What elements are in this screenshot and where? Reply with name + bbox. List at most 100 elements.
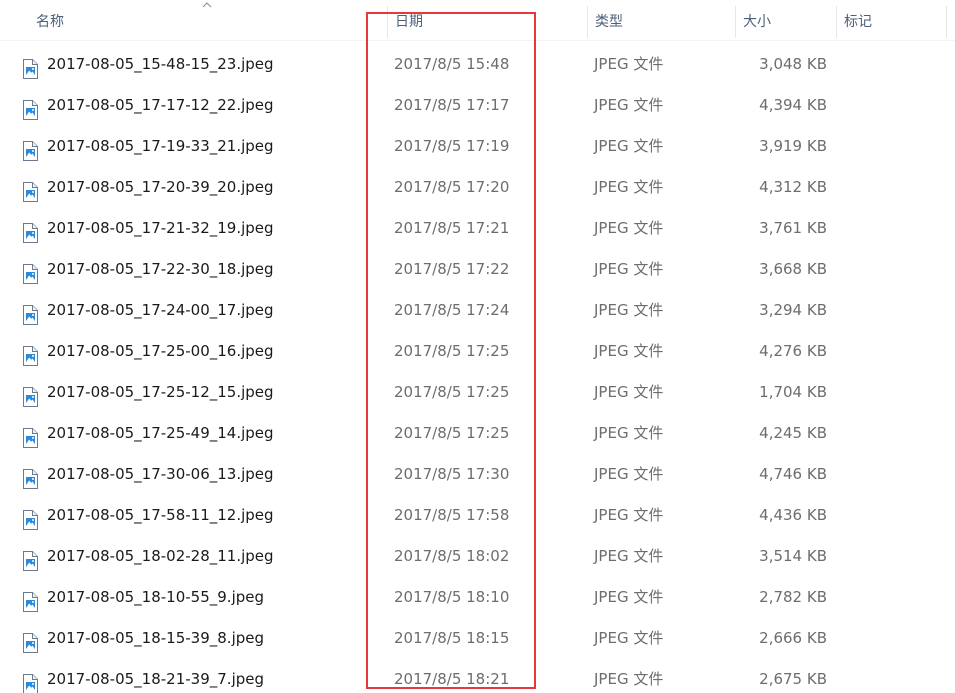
column-divider[interactable] — [946, 6, 947, 38]
file-size: 4,276 KB — [759, 342, 827, 360]
file-row[interactable]: 2017-08-05_17-25-00_16.jpeg 2017/8/5 17:2… — [0, 331, 955, 372]
file-size: 4,245 KB — [759, 424, 827, 442]
file-size: 4,394 KB — [759, 96, 827, 114]
file-name: 2017-08-05_18-10-55_9.jpeg — [47, 588, 265, 606]
file-name: 2017-08-05_17-19-33_21.jpeg — [47, 137, 274, 155]
file-size: 4,312 KB — [759, 178, 827, 196]
jpeg-file-icon — [22, 464, 38, 489]
column-header-type[interactable]: 类型 — [587, 0, 735, 40]
file-type: JPEG 文件 — [594, 178, 664, 196]
file-type: JPEG 文件 — [594, 137, 664, 155]
file-name: 2017-08-05_15-48-15_23.jpeg — [47, 55, 274, 73]
file-date: 2017/8/5 17:17 — [394, 96, 510, 114]
file-name: 2017-08-05_17-30-06_13.jpeg — [47, 465, 274, 483]
file-row[interactable]: 2017-08-05_18-10-55_9.jpeg 2017/8/5 18:10… — [0, 577, 955, 618]
jpeg-file-icon — [22, 669, 38, 693]
file-name: 2017-08-05_17-25-00_16.jpeg — [47, 342, 274, 360]
jpeg-file-icon — [22, 177, 38, 202]
file-type: JPEG 文件 — [594, 424, 664, 442]
file-name: 2017-08-05_18-21-39_7.jpeg — [47, 670, 265, 688]
file-name: 2017-08-05_17-17-12_22.jpeg — [47, 96, 274, 114]
file-date: 2017/8/5 18:15 — [394, 629, 510, 647]
jpeg-file-icon — [22, 218, 38, 243]
jpeg-file-icon — [22, 546, 38, 571]
file-row[interactable]: 2017-08-05_18-15-39_8.jpeg 2017/8/5 18:15… — [0, 618, 955, 659]
file-type: JPEG 文件 — [594, 96, 664, 114]
file-size: 4,746 KB — [759, 465, 827, 483]
file-date: 2017/8/5 17:21 — [394, 219, 510, 237]
chevron-up-icon — [202, 2, 212, 8]
file-explorer-details-view: 名称 日期 类型 大小 标记 2017-08-05_15-48-15_23.jp… — [0, 0, 955, 693]
file-type: JPEG 文件 — [594, 342, 664, 360]
file-name: 2017-08-05_17-24-00_17.jpeg — [47, 301, 274, 319]
file-date: 2017/8/5 17:58 — [394, 506, 510, 524]
file-date: 2017/8/5 17:30 — [394, 465, 510, 483]
file-size: 2,782 KB — [759, 588, 827, 606]
file-date: 2017/8/5 18:21 — [394, 670, 510, 688]
file-date: 2017/8/5 17:20 — [394, 178, 510, 196]
file-name: 2017-08-05_18-02-28_11.jpeg — [47, 547, 274, 565]
file-list: 2017-08-05_15-48-15_23.jpeg 2017/8/5 15:4… — [0, 44, 955, 693]
file-type: JPEG 文件 — [594, 55, 664, 73]
file-size: 4,436 KB — [759, 506, 827, 524]
file-row[interactable]: 2017-08-05_17-24-00_17.jpeg 2017/8/5 17:2… — [0, 290, 955, 331]
file-type: JPEG 文件 — [594, 588, 664, 606]
column-header-tags[interactable]: 标记 — [836, 0, 946, 40]
file-date: 2017/8/5 18:02 — [394, 547, 510, 565]
file-name: 2017-08-05_17-25-49_14.jpeg — [47, 424, 274, 442]
file-row[interactable]: 2017-08-05_17-25-12_15.jpeg 2017/8/5 17:2… — [0, 372, 955, 413]
column-header-size-label: 大小 — [743, 14, 771, 30]
jpeg-file-icon — [22, 341, 38, 366]
file-size: 1,704 KB — [759, 383, 827, 401]
file-type: JPEG 文件 — [594, 670, 664, 688]
jpeg-file-icon — [22, 136, 38, 161]
file-date: 2017/8/5 17:22 — [394, 260, 510, 278]
file-type: JPEG 文件 — [594, 629, 664, 647]
jpeg-file-icon — [22, 382, 38, 407]
file-row[interactable]: 2017-08-05_17-22-30_18.jpeg 2017/8/5 17:2… — [0, 249, 955, 290]
jpeg-file-icon — [22, 587, 38, 612]
file-date: 2017/8/5 15:48 — [394, 55, 510, 73]
jpeg-file-icon — [22, 628, 38, 653]
file-size: 3,294 KB — [759, 301, 827, 319]
file-size: 3,668 KB — [759, 260, 827, 278]
jpeg-file-icon — [22, 54, 38, 79]
file-row[interactable]: 2017-08-05_15-48-15_23.jpeg 2017/8/5 15:4… — [0, 44, 955, 85]
column-header-name[interactable]: 名称 — [28, 0, 358, 40]
file-row[interactable]: 2017-08-05_17-21-32_19.jpeg 2017/8/5 17:2… — [0, 208, 955, 249]
file-row[interactable]: 2017-08-05_18-21-39_7.jpeg 2017/8/5 18:21… — [0, 659, 955, 693]
file-type: JPEG 文件 — [594, 260, 664, 278]
file-date: 2017/8/5 17:19 — [394, 137, 510, 155]
file-name: 2017-08-05_17-20-39_20.jpeg — [47, 178, 274, 196]
column-header-date-label: 日期 — [395, 14, 423, 30]
file-name: 2017-08-05_17-22-30_18.jpeg — [47, 260, 274, 278]
file-name: 2017-08-05_17-25-12_15.jpeg — [47, 383, 274, 401]
file-row[interactable]: 2017-08-05_17-58-11_12.jpeg 2017/8/5 17:5… — [0, 495, 955, 536]
file-row[interactable]: 2017-08-05_17-17-12_22.jpeg 2017/8/5 17:1… — [0, 85, 955, 126]
column-header-bar: 名称 日期 类型 大小 标记 — [0, 0, 955, 41]
file-date: 2017/8/5 17:25 — [394, 383, 510, 401]
file-date: 2017/8/5 18:10 — [394, 588, 510, 606]
file-size: 3,048 KB — [759, 55, 827, 73]
column-header-size[interactable]: 大小 — [735, 0, 835, 40]
file-row[interactable]: 2017-08-05_17-20-39_20.jpeg 2017/8/5 17:2… — [0, 167, 955, 208]
column-header-date[interactable]: 日期 — [387, 0, 587, 40]
file-row[interactable]: 2017-08-05_18-02-28_11.jpeg 2017/8/5 18:0… — [0, 536, 955, 577]
file-size: 3,761 KB — [759, 219, 827, 237]
file-type: JPEG 文件 — [594, 465, 664, 483]
file-row[interactable]: 2017-08-05_17-30-06_13.jpeg 2017/8/5 17:3… — [0, 454, 955, 495]
file-row[interactable]: 2017-08-05_17-19-33_21.jpeg 2017/8/5 17:1… — [0, 126, 955, 167]
file-size: 3,514 KB — [759, 547, 827, 565]
column-header-tags-label: 标记 — [844, 14, 872, 30]
file-name: 2017-08-05_17-58-11_12.jpeg — [47, 506, 274, 524]
file-date: 2017/8/5 17:24 — [394, 301, 510, 319]
file-size: 2,675 KB — [759, 670, 827, 688]
file-name: 2017-08-05_17-21-32_19.jpeg — [47, 219, 274, 237]
column-header-name-label: 名称 — [36, 14, 64, 30]
file-row[interactable]: 2017-08-05_17-25-49_14.jpeg 2017/8/5 17:2… — [0, 413, 955, 454]
file-type: JPEG 文件 — [594, 301, 664, 319]
jpeg-file-icon — [22, 259, 38, 284]
file-date: 2017/8/5 17:25 — [394, 342, 510, 360]
file-type: JPEG 文件 — [594, 506, 664, 524]
jpeg-file-icon — [22, 95, 38, 120]
